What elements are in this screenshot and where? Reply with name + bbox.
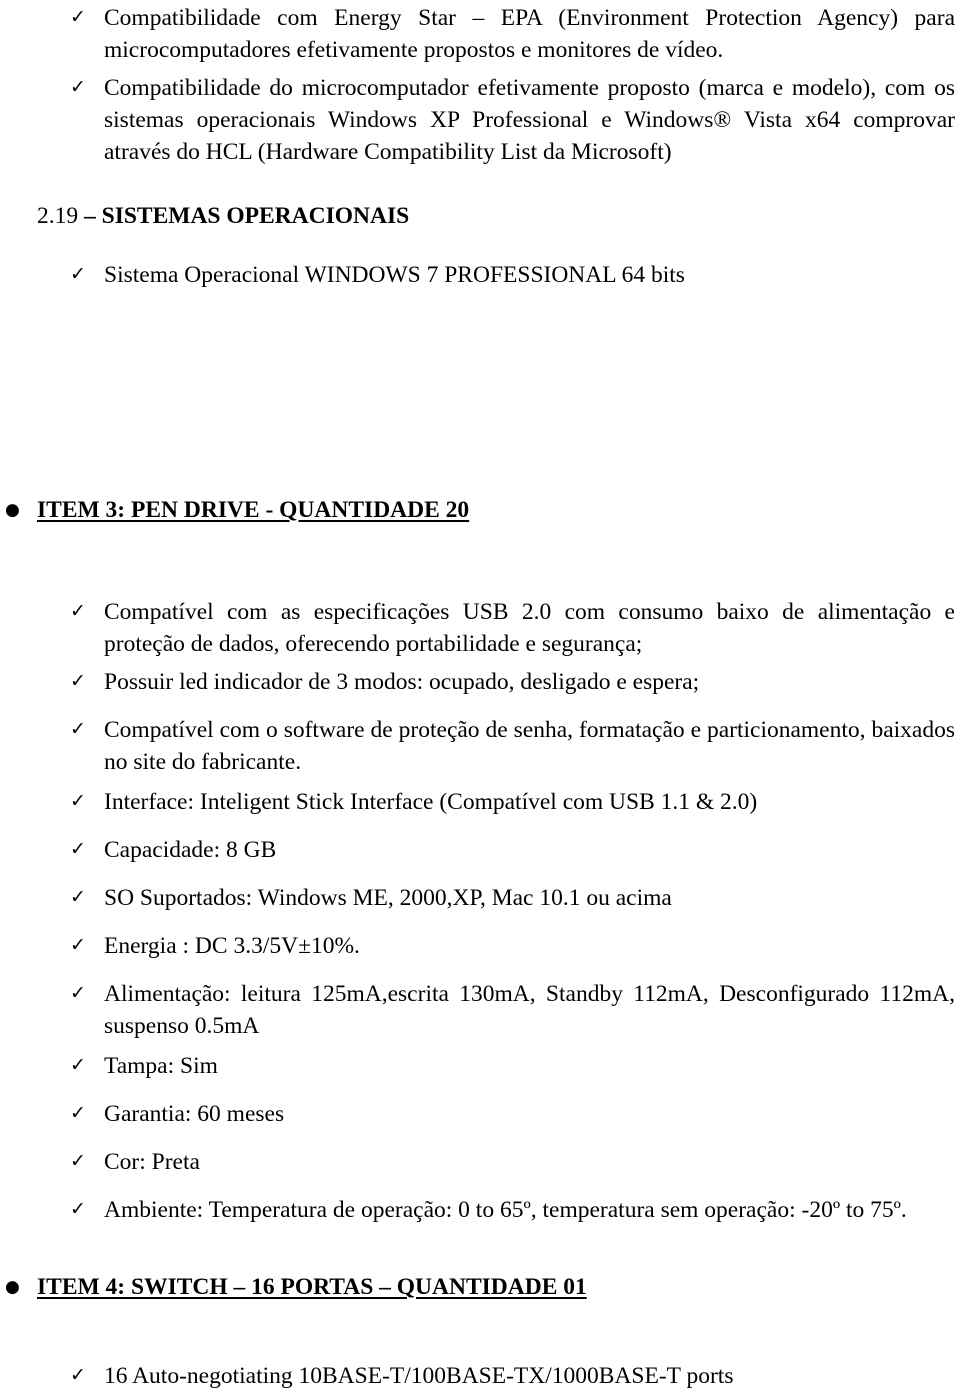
checkmark-icon: ✓ [70,6,86,28]
checkmark-icon: ✓ [70,600,86,622]
heading-item-3-pen-drive: ● ITEM 3: PEN DRIVE - QUANTIDADE 20 [5,495,955,525]
bullet-cap-text: Tampa: Sim [104,1053,218,1079]
bullet-energy-star-text: Compatibilidade com Energy Star – EPA (E… [104,5,955,63]
checkmark-icon: ✓ [70,76,86,98]
checkmark-icon: ✓ [70,718,86,740]
bullet-switch-ports: ✓ 16 Auto-negotiating 10BASE-T/100BASE-TX… [70,1360,955,1392]
bullet-capacity: ✓ Capacidade: 8 GB [70,834,955,866]
bullet-energy-text: Energia : DC 3.3/5V±10%. [104,933,360,959]
bullet-password-software: ✓ Compatível com o software de proteção d… [70,714,955,778]
bullet-led-indicator: ✓ Possuir led indicador de 3 modos: ocupa… [70,666,955,698]
document-page: ✓ Compatibilidade com Energy Star – EPA (… [0,0,960,1400]
section-number: 2.19 [37,203,84,229]
bullet-power-consumption-text: Alimentação: leitura 125mA,escrita 130mA… [104,981,955,1039]
checkmark-icon: ✓ [70,263,86,285]
checkmark-icon: ✓ [70,886,86,908]
bullet-capacity-text: Capacidade: 8 GB [104,837,277,863]
bullet-energy: ✓ Energia : DC 3.3/5V±10%. [70,930,955,962]
checkmark-icon: ✓ [70,670,86,692]
bullet-color-text: Cor: Preta [104,1149,200,1175]
checkmark-icon: ✓ [70,1198,86,1220]
bullet-interface: ✓ Interface: Inteligent Stick Interface (… [70,786,955,818]
bullet-environment-temperature: ✓ Ambiente: Temperatura de operação: 0 to… [70,1194,955,1226]
bullet-windows-7-professional: ✓ Sistema Operacional WINDOWS 7 PROFESSIO… [70,259,955,291]
checkmark-icon: ✓ [70,790,86,812]
bullet-environment-temperature-text: Ambiente: Temperatura de operação: 0 to … [104,1197,907,1223]
bullet-hcl-compatibility-text: Compatibilidade do microcomputador efeti… [104,75,955,165]
bullet-warranty-text: Garantia: 60 meses [104,1101,285,1127]
bullet-supported-os: ✓ SO Suportados: Windows ME, 2000,XP, Mac… [70,882,955,914]
bullet-switch-ports-text: 16 Auto-negotiating 10BASE-T/100BASE-TX/… [104,1363,734,1389]
bullet-energy-star: ✓ Compatibilidade com Energy Star – EPA (… [70,2,955,66]
checkmark-icon: ✓ [70,1150,86,1172]
heading-item-4-switch: ● ITEM 4: SWITCH – 16 PORTAS – QUANTIDADE… [5,1272,955,1302]
bullet-color: ✓ Cor: Preta [70,1146,955,1178]
heading-2-19-sistemas-operacionais: 2.19 – SISTEMAS OPERACIONAIS [37,201,409,231]
bullet-interface-text: Interface: Inteligent Stick Interface (C… [104,789,758,815]
bullet-hcl-compatibility: ✓ Compatibilidade do microcomputador efet… [70,72,955,168]
heading-item-3-pen-drive-label: ITEM 3: PEN DRIVE - QUANTIDADE 20 [37,497,470,523]
bullet-password-software-text: Compatível com o software de proteção de… [104,717,955,775]
checkmark-icon: ✓ [70,838,86,860]
heading-item-4-switch-label: ITEM 4: SWITCH – 16 PORTAS – QUANTIDADE … [37,1274,587,1300]
checkmark-icon: ✓ [70,1364,86,1386]
bullet-cap: ✓ Tampa: Sim [70,1050,955,1082]
bullet-power-consumption: ✓ Alimentação: leitura 125mA,escrita 130m… [70,978,955,1042]
checkmark-icon: ✓ [70,1102,86,1124]
disc-bullet-icon: ● [5,500,20,520]
bullet-warranty: ✓ Garantia: 60 meses [70,1098,955,1130]
bullet-usb-2-0-specs-text: Compatível com as especificações USB 2.0… [104,599,955,657]
bullet-windows-7-professional-text: Sistema Operacional WINDOWS 7 PROFESSION… [104,262,685,288]
bullet-led-indicator-text: Possuir led indicador de 3 modos: ocupad… [104,669,700,695]
checkmark-icon: ✓ [70,934,86,956]
bullet-usb-2-0-specs: ✓ Compatível com as especificações USB 2.… [70,596,955,660]
bullet-supported-os-text: SO Suportados: Windows ME, 2000,XP, Mac … [104,885,672,911]
section-title: – SISTEMAS OPERACIONAIS [84,203,410,229]
disc-bullet-icon: ● [5,1277,20,1297]
checkmark-icon: ✓ [70,982,86,1004]
checkmark-icon: ✓ [70,1054,86,1076]
